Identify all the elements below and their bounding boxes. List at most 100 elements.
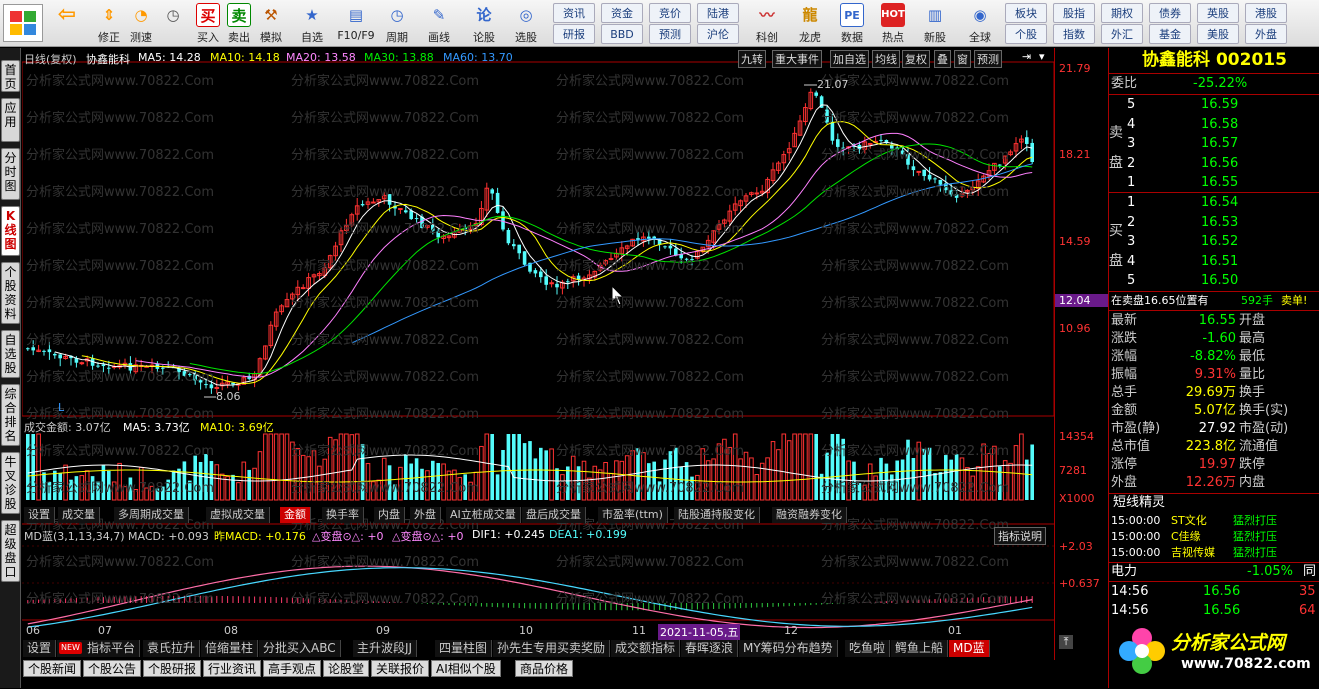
dragon-tiger-button[interactable]: 龍龙虎 bbox=[793, 2, 827, 45]
tb-forecast[interactable]: 预测 bbox=[649, 24, 691, 44]
ipo-button[interactable]: ▥ 新股 bbox=[918, 2, 952, 45]
tb-options[interactable]: 期权 bbox=[1101, 3, 1143, 23]
sell-button[interactable]: 卖卖出 bbox=[224, 2, 254, 45]
btn-ma[interactable]: 均线 bbox=[872, 50, 900, 68]
indicator-tab[interactable]: 分批买入ABC bbox=[259, 640, 341, 657]
indicator-help-button[interactable]: 指标说明 bbox=[994, 527, 1046, 545]
tb-hk-connect[interactable]: 陆港 bbox=[697, 3, 739, 23]
tb-index-futures[interactable]: 股指 bbox=[1053, 3, 1095, 23]
tb-funds2[interactable]: 基金 bbox=[1149, 24, 1191, 44]
nav-apps[interactable]: 应用 bbox=[1, 98, 20, 142]
tb-bonds[interactable]: 债券 bbox=[1149, 3, 1191, 23]
vol-tab[interactable]: 外盘 bbox=[410, 507, 441, 523]
info-tab[interactable]: 个股公告 bbox=[83, 660, 142, 677]
nav-super-board[interactable]: 超级盘口 bbox=[1, 520, 20, 582]
info-tab[interactable]: 行业资讯 bbox=[203, 660, 262, 677]
vol-tab[interactable]: 设置 bbox=[24, 507, 55, 523]
tb-uk-stocks[interactable]: 英股 bbox=[1197, 3, 1239, 23]
tb-shanghai-london[interactable]: 沪伦 bbox=[697, 24, 739, 44]
tb-news[interactable]: 资讯 bbox=[553, 3, 595, 23]
vol-tab[interactable]: 市盈率(ttm) bbox=[598, 507, 668, 523]
buy-button[interactable]: 买买入 bbox=[193, 2, 223, 45]
vol-tab[interactable]: 换手率 bbox=[322, 507, 364, 523]
tb-research[interactable]: 研报 bbox=[553, 24, 595, 44]
indicator-tab[interactable]: MD蓝 bbox=[949, 640, 990, 657]
draw-line-button[interactable]: ✎ 画线 bbox=[424, 2, 454, 45]
tb-funds[interactable]: 资金 bbox=[601, 3, 643, 23]
btn-window[interactable]: 窗 bbox=[954, 50, 971, 68]
nav-ranking[interactable]: 综合排名 bbox=[1, 384, 20, 446]
nav-intraday[interactable]: 分时图 bbox=[1, 148, 20, 200]
elf-row[interactable]: 15:00:00 吉视传媒 猛烈打压 bbox=[1109, 545, 1319, 561]
forum-button[interactable]: 论论股 bbox=[469, 2, 499, 45]
tb-auction[interactable]: 竞价 bbox=[649, 3, 691, 23]
data-button[interactable]: PE 数据 bbox=[835, 2, 869, 45]
stock-select-button[interactable]: ◎ 选股 bbox=[511, 2, 541, 45]
indicator-tab[interactable]: 四量柱图 bbox=[435, 640, 493, 657]
app-logo-icon[interactable] bbox=[3, 4, 43, 42]
nav-diagnosis[interactable]: 牛叉诊股 bbox=[1, 452, 20, 514]
indicator-tab[interactable]: 吃鱼啦 bbox=[845, 640, 891, 657]
nav-profile[interactable]: 个股资料 bbox=[1, 262, 20, 324]
elf-row[interactable]: 15:00:00 ST文化 猛烈打压 bbox=[1109, 513, 1319, 529]
indicator-tab[interactable]: 袁氏拉升 bbox=[143, 640, 201, 657]
vol-tab[interactable]: AI立桩成交量 bbox=[446, 507, 521, 523]
indicator-tab[interactable]: 成交额指标 bbox=[611, 640, 681, 657]
simulate-button[interactable]: ⚒ 模拟 bbox=[256, 2, 286, 45]
fix-button[interactable]: ⇕ 修正 bbox=[94, 2, 124, 45]
indicator-tab[interactable]: 鳄鱼上船 bbox=[891, 640, 949, 657]
watchlist-button[interactable]: ★ 自选 bbox=[297, 2, 327, 45]
speed-test-button[interactable]: ◔ 测速 bbox=[126, 2, 156, 45]
clock-button[interactable]: ◷ bbox=[158, 2, 188, 45]
nav-kline[interactable]: K线图 bbox=[1, 206, 20, 256]
hotspot-button[interactable]: HOT 热点 bbox=[876, 2, 910, 45]
indicator-tab[interactable]: MY筹码分布趋势 bbox=[739, 640, 838, 657]
indicator-tab[interactable]: 设置 bbox=[23, 640, 57, 657]
arrow-right-icon[interactable]: ⇥ bbox=[1022, 50, 1031, 63]
tb-sector[interactable]: 板块 bbox=[1005, 3, 1047, 23]
kline-chart-area[interactable]: 分析家公式网www.70822.Com 分析家公式网www.70822.Com 分析… bbox=[22, 48, 1054, 660]
f10-button[interactable]: ▤ F10/F9 bbox=[336, 2, 376, 45]
info-tab[interactable]: 高手观点 bbox=[263, 660, 322, 677]
btn-nine-turn[interactable]: 九转 bbox=[738, 50, 766, 68]
vol-tab[interactable]: 虚拟成交量 bbox=[206, 507, 270, 523]
btn-major-events[interactable]: 重大事件 bbox=[772, 50, 822, 68]
tb-us-stocks[interactable]: 美股 bbox=[1197, 24, 1239, 44]
btn-forecast[interactable]: 预测 bbox=[974, 50, 1002, 68]
indicator-tab[interactable]: 倍缩量柱 bbox=[201, 640, 259, 657]
scroll-top-icon[interactable]: ⤒ bbox=[1059, 635, 1073, 649]
indicator-tab[interactable]: 孙先生专用买卖奖励 bbox=[493, 640, 611, 657]
tb-foreign[interactable]: 外盘 bbox=[1245, 24, 1287, 44]
vol-tab[interactable]: 金额 bbox=[280, 507, 311, 523]
vol-tab[interactable]: 融资融券变化 bbox=[772, 507, 847, 523]
chevron-down-icon[interactable]: ▾ bbox=[1039, 50, 1045, 63]
global-button[interactable]: ◉ 全球 bbox=[962, 2, 998, 45]
indicator-tab[interactable]: 春晖逐浪 bbox=[681, 640, 739, 657]
tb-bbd[interactable]: BBD bbox=[601, 24, 643, 44]
back-button[interactable]: ⇦ bbox=[52, 2, 82, 45]
info-tab[interactable]: 商品价格 bbox=[515, 660, 574, 677]
tb-forex[interactable]: 外汇 bbox=[1101, 24, 1143, 44]
vol-tab[interactable]: 盘后成交量 bbox=[522, 507, 586, 523]
info-tab[interactable]: 关联报价 bbox=[371, 660, 430, 677]
nav-watchlist[interactable]: 自选股 bbox=[1, 330, 20, 378]
info-tab[interactable]: AI相似个股 bbox=[431, 660, 501, 677]
tb-stocks[interactable]: 个股 bbox=[1005, 24, 1047, 44]
btn-adjust[interactable]: 复权 bbox=[902, 50, 930, 68]
star-market-button[interactable]: 〰科创 bbox=[750, 2, 784, 45]
vol-tab[interactable]: 多周期成交量 bbox=[114, 507, 189, 523]
indicator-tab[interactable]: 主升波段JJ bbox=[353, 640, 418, 657]
info-tab[interactable]: 个股新闻 bbox=[23, 660, 82, 677]
period-button[interactable]: ◷ 周期 bbox=[382, 2, 412, 45]
info-tab[interactable]: 论股堂 bbox=[323, 660, 370, 677]
btn-overlay[interactable]: 叠 bbox=[934, 50, 951, 68]
btn-add-watchlist[interactable]: 加自选 bbox=[830, 50, 869, 68]
info-tab[interactable]: 个股研报 bbox=[143, 660, 202, 677]
nav-home[interactable]: 首页 bbox=[1, 60, 20, 92]
vol-tab[interactable]: 成交量 bbox=[58, 507, 100, 523]
tb-index[interactable]: 指数 bbox=[1053, 24, 1095, 44]
elf-row[interactable]: 15:00:00 C佳缘 猛烈打压 bbox=[1109, 529, 1319, 545]
brand-banner[interactable]: 分析家公式网 www.70822.com bbox=[1109, 620, 1319, 688]
vol-tab[interactable]: 陆股通持股变化 bbox=[674, 507, 760, 523]
vol-tab[interactable]: 内盘 bbox=[374, 507, 405, 523]
